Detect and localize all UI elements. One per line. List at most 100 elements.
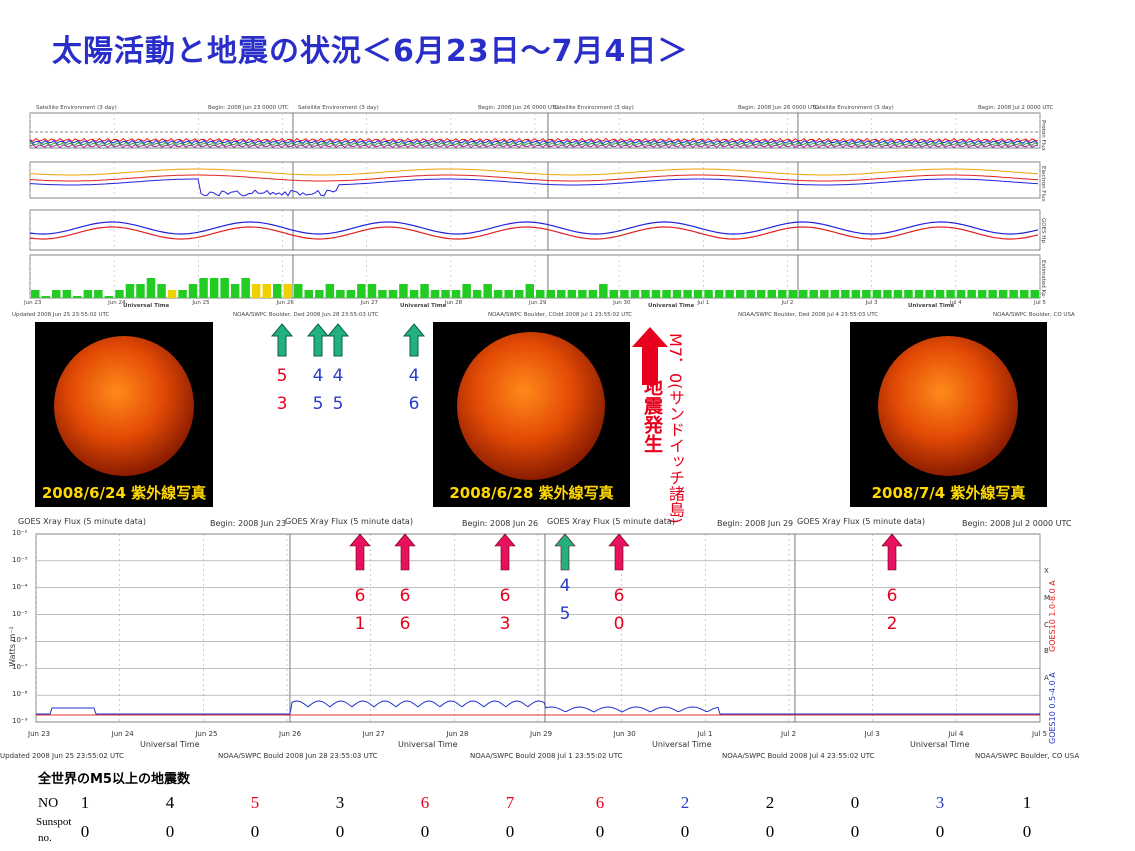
kp-bar (862, 290, 871, 298)
kp-bar (178, 290, 187, 298)
kp-bar (547, 290, 556, 298)
kp-bar (715, 290, 724, 298)
kp-bar (515, 290, 524, 298)
quake-count-cell: 1 (1012, 793, 1042, 813)
xray-begin-4: Begin: 2008 Jul 2 0000 UTC (962, 519, 1072, 528)
quake-magnitude-label: M7．0(サンドイッチ諸島) (666, 333, 688, 524)
sunspot-row-label-2: no. (38, 832, 52, 844)
pink-arrow-icon (393, 532, 417, 572)
sat-xtick: Jun 26 (277, 300, 294, 306)
lower-marker: 63 (493, 532, 517, 640)
side-label-electron: Electron Flux (1040, 166, 1046, 202)
upper-marker: 53 (270, 322, 294, 417)
kp-bar (347, 290, 356, 298)
sat-xtick: Jul 3 (866, 300, 878, 306)
arrow-shape (395, 534, 415, 570)
sat-subpanel (293, 210, 548, 250)
kp-bar (631, 290, 640, 298)
kp-bar (315, 290, 324, 298)
kp-bar (852, 290, 861, 298)
kp-bar (652, 290, 661, 298)
kp-bar (326, 284, 335, 298)
kp-bar (305, 290, 314, 298)
xray-subpanel (36, 534, 290, 722)
quake-count-cell: 5 (240, 793, 270, 813)
xray-ytick: 10⁻⁴ (12, 583, 27, 591)
no-row-label: NO (38, 796, 58, 812)
sat-xtick: Jul 5 (1034, 300, 1046, 306)
magnitude-decimal: 5 (555, 604, 575, 624)
kp-bar (452, 290, 461, 298)
sunspot-cell: 0 (410, 822, 440, 842)
xray-begin-1: Begin: 2008 Jun 23 (210, 519, 286, 528)
xray-xtick: Jul 4 (948, 730, 963, 738)
sat-header-1: Satellite Environment (3 day) (36, 105, 117, 111)
arrow-shape (882, 534, 902, 570)
xray-xtick: Jul 2 (781, 730, 796, 738)
xray-ytick: 10⁻⁵ (12, 610, 27, 618)
lower-marker: 61 (348, 532, 372, 640)
xray-xtick: Jul 3 (865, 730, 880, 738)
kp-bar (147, 278, 156, 298)
sunspot-row-label-1: Sunspot (36, 816, 71, 828)
xray-axis-title-3: Universal Time (652, 740, 712, 749)
kp-bar (978, 290, 987, 298)
kp-bar (42, 296, 51, 298)
xray-axis-title-4: Universal Time (910, 740, 970, 749)
xray-footer-5: NOAA/SWPC Boulder, CO USA (975, 752, 1079, 760)
sat-begin-4: Begin: 2008 Jul 2 0000 UTC (978, 105, 1053, 111)
xray-xtick: Jun 26 (279, 730, 301, 738)
sat-axis-title-3: Universal Time (648, 303, 694, 309)
kp-bar (694, 290, 703, 298)
sunspot-cell: 0 (1012, 822, 1042, 842)
sat-xtick: Jun 27 (361, 300, 378, 306)
kp-bar (73, 296, 82, 298)
kp-bar (778, 290, 787, 298)
sunspot-cell: 0 (495, 822, 525, 842)
xray-class-letter: X (1044, 567, 1049, 575)
kp-bar (599, 284, 608, 298)
green-arrow-icon (270, 322, 294, 358)
kp-bar (105, 296, 114, 298)
lower-marker: 62 (880, 532, 904, 640)
xray-header-1: GOES Xray Flux (5 minute data) (18, 517, 146, 526)
xray-ytick: 10⁻⁹ (12, 717, 27, 725)
arrow-shape (404, 324, 424, 356)
arrow-shape (555, 534, 575, 570)
magnitude-decimal: 6 (404, 394, 424, 414)
kp-bar (704, 290, 713, 298)
upper-marker: 46 (402, 322, 426, 417)
kp-bar (841, 290, 850, 298)
kp-bar (820, 290, 829, 298)
kp-bar (410, 290, 419, 298)
arrow-shape (328, 324, 348, 356)
kp-bar (284, 284, 293, 298)
xray-axis-title-1: Universal Time (140, 740, 200, 749)
xray-subpanel (545, 534, 795, 722)
kp-bar (399, 284, 408, 298)
quake-count-cell: 7 (495, 793, 525, 813)
quake-count-cell: 2 (670, 793, 700, 813)
pink-arrow-icon (348, 532, 372, 572)
kp-bar (168, 290, 177, 298)
kp-bar (557, 290, 566, 298)
kp-bar (357, 284, 366, 298)
kp-bar (673, 290, 682, 298)
kp-bar (378, 290, 387, 298)
magnitude-integer: 6 (350, 586, 370, 606)
sat-xtick: Jun 25 (192, 300, 209, 306)
side-label-proton: Proton Flux (1040, 120, 1046, 151)
xray-ytick: 10⁻⁸ (12, 690, 27, 698)
kp-bar (157, 284, 166, 298)
sun-image-0624: 2008/6/24 紫外線写真 (35, 322, 213, 507)
xray-xtick: Jul 1 (697, 730, 712, 738)
kp-bar (568, 290, 577, 298)
magnitude-decimal: 2 (882, 614, 902, 634)
magnitude-integer: 6 (395, 586, 415, 606)
kp-bar (504, 290, 513, 298)
kp-bar (126, 284, 135, 298)
green-arrow-icon (326, 322, 350, 358)
xray-ytick: 10⁻² (12, 529, 27, 537)
pink-arrow-icon (607, 532, 631, 572)
magnitude-decimal: 0 (609, 614, 629, 634)
